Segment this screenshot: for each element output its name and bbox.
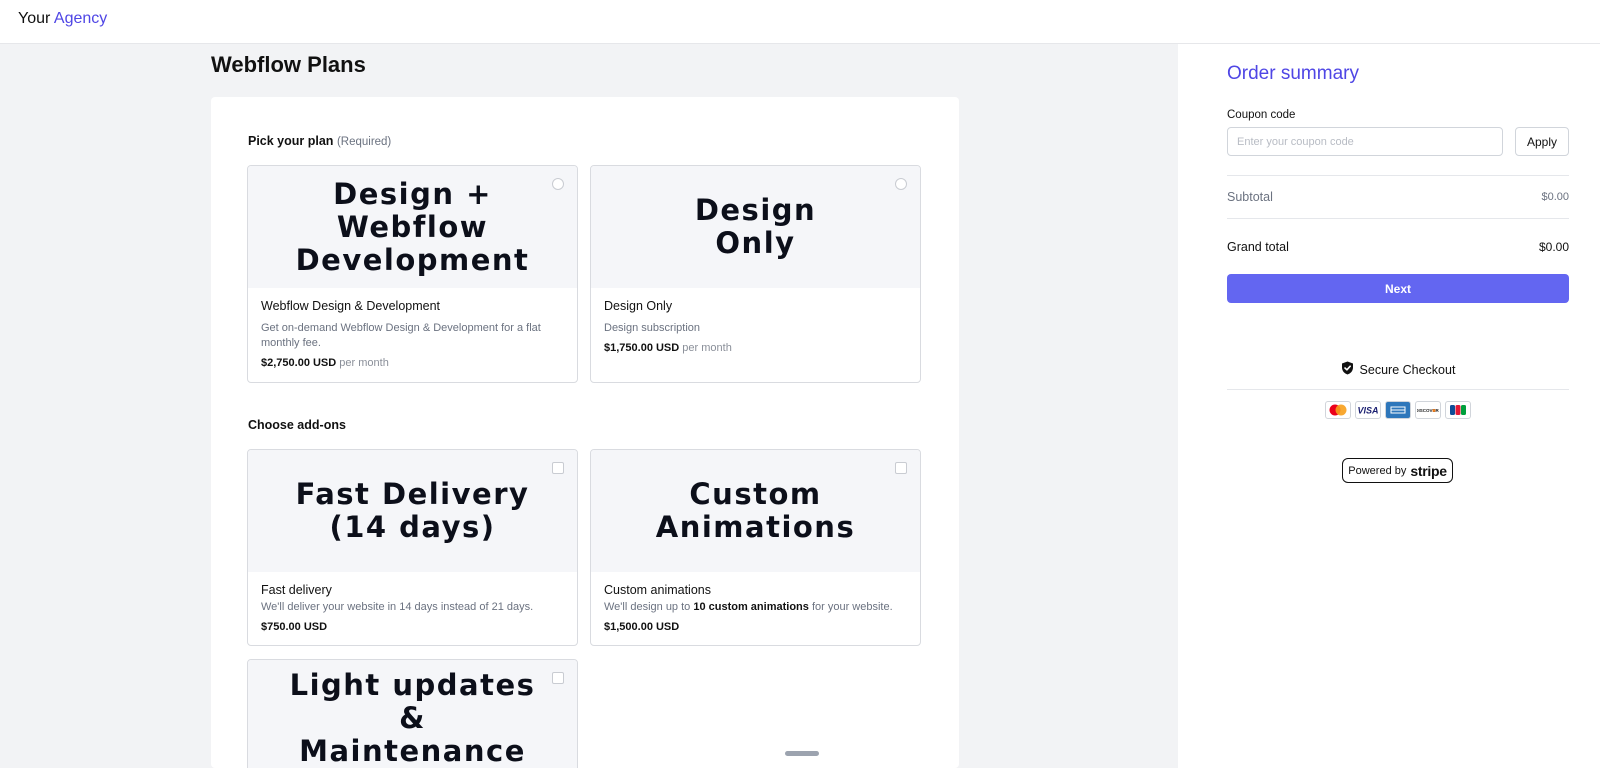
order-summary-title: Order summary [1227,63,1359,84]
stripe-logo: stripe [1410,462,1447,479]
plan-price-period: per month [339,357,389,369]
plan-description: Get on-demand Webflow Design & Developme… [261,322,541,349]
addon-price: $750.00 USD [261,621,564,633]
divider [1227,389,1569,390]
order-summary-sidebar: Order summary Coupon code Apply Subtotal… [1178,44,1600,768]
addon-price-value: $750.00 USD [261,621,328,633]
addon-banner: Custom Animations [591,450,920,572]
mastercard-icon [1325,401,1351,419]
addon-checkbox[interactable] [895,462,907,474]
powered-by-text: Powered by [1348,464,1407,477]
scroll-handle[interactable] [785,751,819,756]
logo-text-your: Your [18,10,51,27]
addon-name: Fast delivery [261,583,332,597]
plan-radio[interactable] [552,178,564,190]
apply-coupon-button[interactable]: Apply [1515,127,1569,156]
svg-text:DISCOVER: DISCOVER [1417,408,1439,413]
agency-logo[interactable]: Your Agency [18,10,107,28]
addon-name: Custom animations [604,583,711,597]
page-title: Webflow Plans [211,52,366,77]
payment-methods: VISA DISCOVER [1227,401,1569,419]
coupon-label: Coupon code [1227,109,1296,121]
add-ons-label: Choose add-ons [248,418,346,432]
addon-description: We'll design up to 10 custom animations … [604,600,907,615]
pick-plan-label: Pick your plan (Required) [248,134,391,148]
pick-plan-text: Pick your plan [248,134,334,148]
addon-description-post: for your website. [808,601,893,613]
plan-price-period: per month [682,342,732,354]
addon-price-value: $1,500.00 USD [604,621,680,633]
divider [1227,218,1569,219]
plan-name: Webflow Design & Development [261,299,441,313]
visa-icon: VISA [1355,401,1381,419]
secure-checkout: Secure Checkout [1227,361,1569,378]
plan-price: $1,750.00 USD per month [604,342,907,354]
plan-banner: Design + Webflow Development [248,166,577,288]
plan-card-design-development[interactable]: Design + Webflow Development Webflow Des… [247,165,578,383]
divider [1227,175,1569,176]
plan-banner-text: Design Only [694,193,817,260]
addon-banner-text: Light updates & Maintenance [289,668,536,768]
addon-checkbox[interactable] [552,462,564,474]
powered-by-stripe-badge[interactable]: Powered by stripe [1342,458,1453,483]
addon-banner: Light updates & Maintenance [248,660,577,768]
addon-banner-text: Fast Delivery (14 days) [295,477,530,544]
shield-check-icon [1341,361,1354,378]
addon-card-fast-delivery[interactable]: Fast Delivery (14 days) Fast delivery We… [247,449,578,646]
addon-card-custom-animations[interactable]: Custom Animations Custom animations We'l… [590,449,921,646]
plan-name: Design Only [604,299,673,313]
addon-banner-text: Custom Animations [655,477,856,544]
plan-banner: Design Only [591,166,920,288]
coupon-input[interactable] [1227,127,1503,156]
plans-panel: Pick your plan (Required) Design + Webfl… [211,97,959,768]
svg-text:VISA: VISA [1357,406,1378,416]
logo-text-agency: Agency [53,10,108,27]
addon-price: $1,500.00 USD [604,621,907,633]
grand-total-value: $0.00 [1538,240,1569,254]
top-bar: Your Agency [0,0,1600,44]
addon-description: We'll deliver your website in 14 days in… [261,601,534,613]
addon-description-pre: We'll design up to [604,601,694,613]
plan-card-design-only[interactable]: Design Only Design Only Design subscript… [590,165,921,383]
addon-description-bold: 10 custom animations [693,601,809,613]
secure-checkout-label: Secure Checkout [1359,362,1456,377]
plan-description: Design subscription [604,322,700,334]
plan-price: $2,750.00 USD per month [261,357,564,369]
jcb-icon [1445,401,1471,419]
grand-total-label: Grand total [1227,240,1289,254]
addon-card-light-updates[interactable]: Light updates & Maintenance [247,659,578,768]
plan-radio[interactable] [895,178,907,190]
addon-checkbox[interactable] [552,672,564,684]
next-button[interactable]: Next [1227,274,1569,303]
plan-price-value: $1,750.00 USD [604,342,680,354]
amex-icon [1385,401,1411,419]
addon-banner: Fast Delivery (14 days) [248,450,577,572]
discover-icon: DISCOVER [1415,401,1441,419]
required-hint: (Required) [336,136,392,148]
plan-price-value: $2,750.00 USD [261,357,337,369]
plan-banner-text: Design + Webflow Development [295,176,530,277]
subtotal-value: $0.00 [1541,191,1569,203]
subtotal-label: Subtotal [1227,190,1273,204]
